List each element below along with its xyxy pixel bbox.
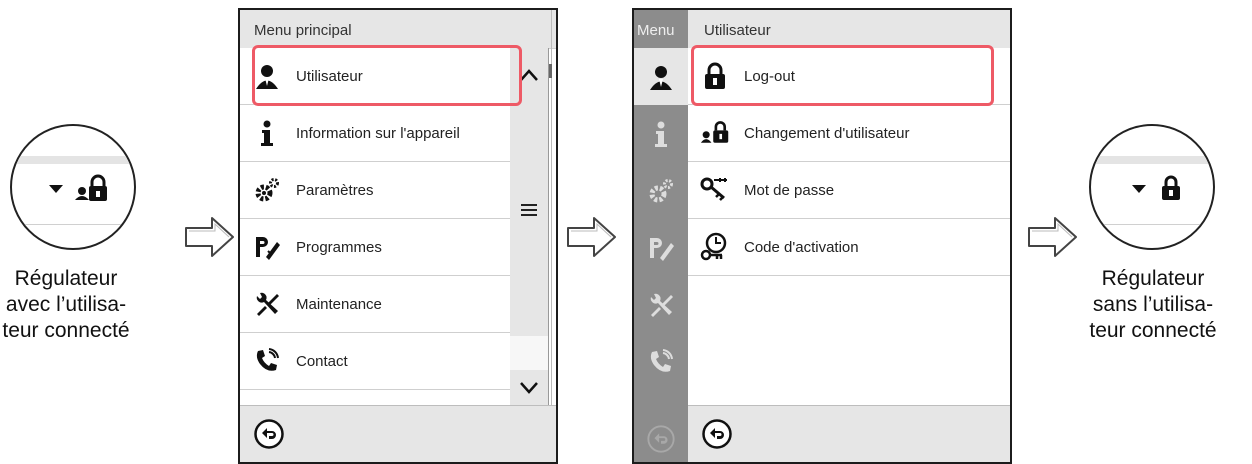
- user-menu-header: Utilisateur: [688, 10, 1010, 49]
- key-icon: [700, 175, 730, 205]
- caption-line: Régulateur: [1101, 267, 1205, 290]
- arrow-right-icon: [1028, 217, 1077, 257]
- menu-item-label: Paramètres: [296, 181, 374, 199]
- sidebar-item-maintenance[interactable]: [634, 276, 688, 333]
- controller-zoom-logged-out: [1089, 124, 1215, 250]
- user-menu-panel: Menu Utilisateur Log-out Changement d'ut…: [632, 8, 1012, 464]
- dropdown-arrow-icon: [49, 185, 63, 193]
- main-menu-panel: Menu principal Utilisateur Information s…: [238, 8, 558, 464]
- phone-icon: [650, 348, 673, 372]
- highlight-frame: [252, 45, 522, 106]
- user-menu-title: Utilisateur: [704, 22, 771, 39]
- info-icon: [252, 118, 282, 148]
- user-switch-icon: [700, 118, 730, 148]
- user-menu-footer: [688, 405, 1010, 462]
- phone-icon: [252, 346, 282, 376]
- right-caption: Régulateur sans l’utilisa- teur connecté: [1078, 266, 1228, 344]
- scroll-up-icon[interactable]: [519, 68, 539, 82]
- programs-icon: [650, 237, 674, 261]
- activation-code-icon: [700, 232, 730, 262]
- panel-edge: [551, 10, 552, 462]
- back-icon[interactable]: [701, 418, 733, 450]
- back-icon[interactable]: [253, 418, 285, 450]
- info-icon: [655, 121, 667, 147]
- main-menu-header: Menu principal: [240, 10, 556, 49]
- programs-icon: [252, 232, 282, 262]
- header-band: [12, 156, 134, 164]
- sidebar-back-icon: [647, 425, 675, 453]
- scroll-handle-icon[interactable]: [520, 204, 538, 216]
- caption-line: avec l’utilisa-: [5, 293, 127, 316]
- caption-line: sans l’utilisa-: [1092, 293, 1214, 316]
- controller-zoom-logged-in: [10, 124, 136, 250]
- highlight-frame: [691, 45, 994, 106]
- user-lock-icon: [75, 174, 107, 201]
- menu-item-label: Changement d'utilisateur: [744, 124, 910, 142]
- caption-line: teur connecté: [2, 319, 130, 342]
- caption-line: Régulateur: [14, 267, 118, 290]
- sidebar-item-programs[interactable]: [634, 219, 688, 276]
- menu-item-contact[interactable]: Contact: [240, 333, 510, 390]
- main-menu-footer: [240, 405, 556, 462]
- arrow-right-icon: [185, 217, 234, 257]
- sidebar-title: Menu: [637, 22, 675, 39]
- menu-item-password[interactable]: Mot de passe: [688, 162, 1010, 219]
- menu-item-label: Code d'activation: [744, 238, 859, 256]
- menu-item-label: Maintenance: [296, 295, 382, 313]
- menu-item-partial: [240, 390, 510, 406]
- sidebar-item-user[interactable]: [634, 48, 688, 105]
- tools-icon: [252, 289, 282, 319]
- header-band: [1091, 156, 1213, 164]
- caption-line: teur connecté: [1089, 319, 1217, 342]
- sidebar-item-info[interactable]: [634, 105, 688, 162]
- arrow-right-icon: [567, 217, 616, 257]
- menu-item-label: Contact: [296, 352, 348, 370]
- main-menu-title: Menu principal: [254, 22, 352, 39]
- scroll-down-icon[interactable]: [519, 381, 539, 395]
- divider: [1091, 224, 1213, 225]
- panel-edge: [548, 48, 549, 406]
- menu-item-user-switch[interactable]: Changement d'utilisateur: [688, 105, 1010, 162]
- menu-item-programmes[interactable]: Programmes: [240, 219, 510, 276]
- scroll-track-end: [510, 336, 548, 370]
- sidebar-item-contact[interactable]: [634, 333, 688, 390]
- tools-icon: [650, 293, 673, 317]
- menu-item-parametres[interactable]: Paramètres: [240, 162, 510, 219]
- sidebar-item-settings[interactable]: [634, 162, 688, 219]
- menu-item-label: Information sur l'appareil: [296, 124, 460, 142]
- scroll-marker: [549, 64, 552, 78]
- menu-item-label: Programmes: [296, 238, 382, 256]
- menu-item-activation-code[interactable]: Code d'activation: [688, 219, 1010, 276]
- menu-item-information[interactable]: Information sur l'appareil: [240, 105, 510, 162]
- divider: [12, 224, 134, 225]
- dropdown-arrow-icon: [1132, 185, 1146, 193]
- left-caption: Régulateur avec l’utilisa- teur connecté: [0, 266, 132, 344]
- user-icon: [650, 65, 672, 90]
- gears-icon: [649, 178, 673, 202]
- menu-item-label: Mot de passe: [744, 181, 835, 199]
- padlock-closed-icon: [1162, 175, 1180, 200]
- menu-item-maintenance[interactable]: Maintenance: [240, 276, 510, 333]
- gears-icon: [252, 175, 282, 205]
